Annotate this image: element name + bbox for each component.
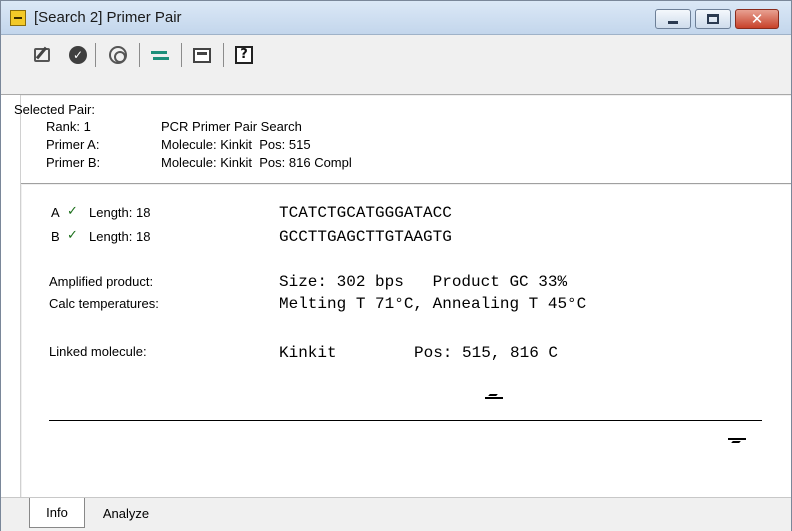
tab-analyze[interactable]: Analyze bbox=[89, 498, 163, 528]
forward-primer-arrow-icon bbox=[485, 394, 503, 399]
linked-molecule-positions: Pos: 515, 816 C bbox=[414, 344, 559, 362]
primer-a-letter: A bbox=[51, 205, 60, 220]
help-icon: ? bbox=[235, 46, 253, 64]
calc-temperatures-label: Calc temperatures: bbox=[49, 296, 159, 311]
minimize-icon bbox=[668, 21, 678, 24]
toolbar-separator bbox=[181, 43, 182, 67]
maximize-button[interactable] bbox=[695, 9, 731, 29]
primer-b-check-icon: ✓ bbox=[67, 228, 78, 243]
toolbar-separator bbox=[223, 43, 224, 67]
link-button[interactable] bbox=[107, 44, 129, 66]
primer-a-length: Length: 18 bbox=[89, 205, 151, 220]
confirm-button[interactable]: ✓ bbox=[67, 44, 89, 66]
tab-bar: Info Analyze bbox=[1, 497, 791, 531]
primer-a-label: Primer A: bbox=[46, 137, 100, 152]
amplified-product-label: Amplified product: bbox=[49, 274, 154, 289]
check-circle-icon: ✓ bbox=[69, 46, 87, 64]
primer-a-sequence: TCATCTGCATGGGATACC bbox=[279, 204, 452, 222]
window-icon bbox=[193, 47, 211, 63]
minimize-button[interactable] bbox=[655, 9, 691, 29]
rank-value: PCR Primer Pair Search bbox=[161, 119, 302, 134]
primer-a-value: Molecule: Kinkit Pos: 515 bbox=[161, 137, 311, 152]
toolbar-separator bbox=[139, 43, 140, 67]
toolbar: ✓ ? bbox=[1, 35, 791, 95]
primer-pair-window: [Search 2] Primer Pair ✕ ✓ ? Selected Pa… bbox=[0, 0, 792, 531]
primer-b-letter: B bbox=[51, 229, 60, 244]
maximize-icon bbox=[707, 14, 719, 24]
tab-info[interactable]: Info bbox=[29, 498, 85, 528]
edit-icon bbox=[34, 48, 50, 62]
swap-button[interactable] bbox=[149, 44, 171, 66]
molecule-line bbox=[49, 420, 762, 421]
selected-pair-panel bbox=[21, 96, 791, 184]
primer-a-check-icon: ✓ bbox=[67, 204, 78, 219]
link-icon bbox=[109, 46, 127, 64]
title-bar[interactable]: [Search 2] Primer Pair ✕ bbox=[1, 1, 791, 35]
swap-icon bbox=[150, 48, 170, 62]
linked-molecule-name[interactable]: Kinkit bbox=[279, 344, 337, 362]
edit-button[interactable] bbox=[31, 44, 53, 66]
calc-temperatures-value: Melting T 71°C, Annealing T 45°C bbox=[279, 295, 587, 313]
left-margin bbox=[1, 95, 21, 497]
linked-molecule-label: Linked molecule: bbox=[49, 344, 147, 359]
reverse-primer-arrow-icon bbox=[728, 438, 746, 444]
help-button[interactable]: ? bbox=[233, 44, 255, 66]
app-icon bbox=[10, 10, 26, 26]
primer-b-sequence: GCCTTGAGCTTGTAAGTG bbox=[279, 228, 452, 246]
window-button[interactable] bbox=[191, 44, 213, 66]
close-icon: ✕ bbox=[750, 9, 764, 28]
primer-b-value: Molecule: Kinkit Pos: 816 Compl bbox=[161, 155, 352, 170]
toolbar-separator bbox=[95, 43, 96, 67]
window-title: [Search 2] Primer Pair bbox=[34, 9, 182, 26]
close-button[interactable]: ✕ bbox=[735, 9, 779, 29]
amplified-product-value: Size: 302 bps Product GC 33% bbox=[279, 273, 568, 291]
selected-pair-heading: Selected Pair: bbox=[14, 102, 95, 117]
primer-b-label: Primer B: bbox=[46, 155, 101, 170]
primer-b-length: Length: 18 bbox=[89, 229, 151, 244]
rank-label: Rank: 1 bbox=[46, 119, 91, 134]
